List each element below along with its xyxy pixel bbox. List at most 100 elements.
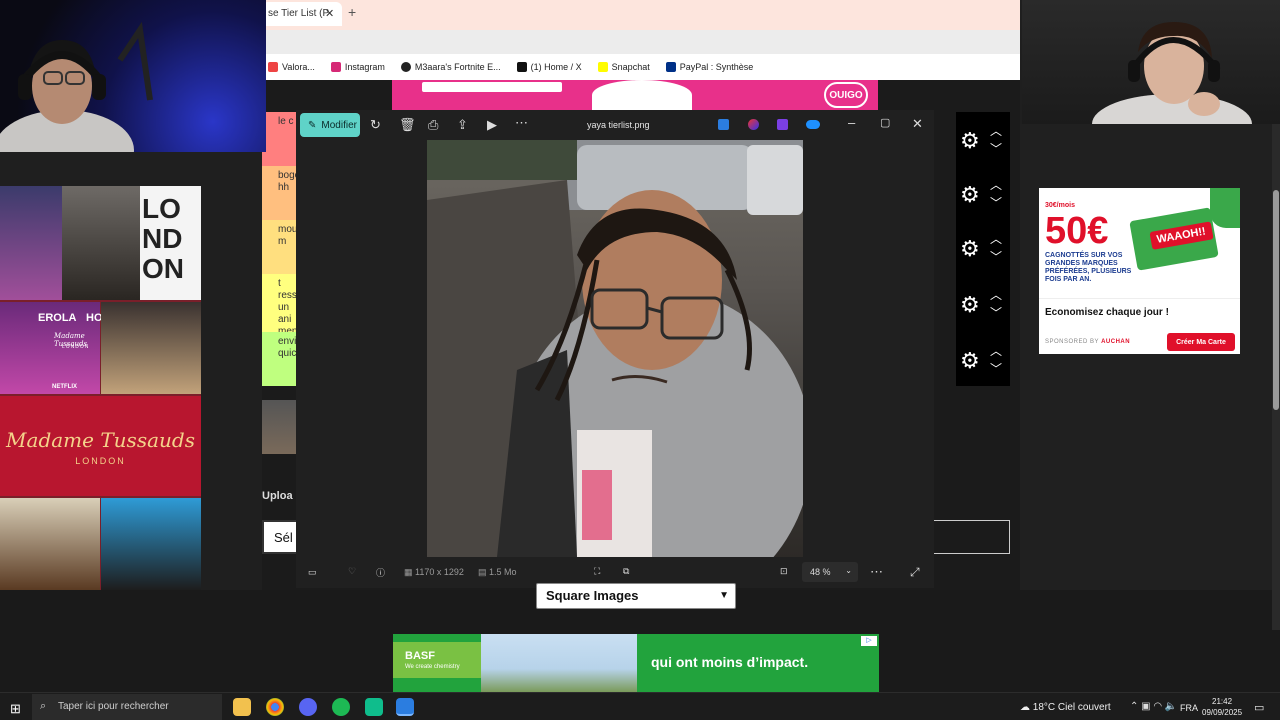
ad-card-image: WAAOH!! — [1129, 207, 1219, 271]
ad-photo-6 — [101, 498, 201, 590]
edit-button[interactable]: ✎ Modifier — [300, 113, 360, 137]
bookmark-x[interactable]: (1) Home / X — [516, 62, 582, 72]
ad-description: CAGNOTTÉS SUR VOS GRANDES MARQUES PRÉFÉR… — [1045, 252, 1132, 283]
chrome-icon[interactable] — [266, 698, 284, 716]
address-bar[interactable] — [262, 30, 1020, 54]
info-icon[interactable]: ⓘ — [376, 566, 385, 579]
windows-start-icon[interactable]: ⊞ — [10, 701, 21, 717]
chevron-down-icon[interactable]: ﹀ — [990, 360, 1002, 377]
ad-photo — [481, 634, 637, 692]
search-icon: ⌕ — [40, 700, 47, 712]
photos-app-icon[interactable] — [718, 119, 729, 130]
chevron-up-icon[interactable]: ︿ — [990, 342, 1002, 359]
ouigo-logo: OUIGO — [824, 82, 868, 108]
more-options-icon[interactable]: ⋯ — [870, 564, 883, 580]
gear-icon[interactable]: ⚙ — [960, 348, 980, 374]
image-shape-select[interactable]: Square Images ▼ — [536, 583, 736, 609]
spotify-icon[interactable] — [332, 698, 350, 716]
weather-widget[interactable]: ☁ 18°C Ciel couvert — [1020, 702, 1111, 713]
system-tray[interactable]: ⌃ ▣ ◠ 🔈 — [1130, 701, 1177, 712]
x-icon — [516, 62, 527, 72]
close-icon[interactable]: ✕ — [912, 116, 923, 132]
more-icon[interactable]: ⋯ — [515, 115, 528, 131]
left-ad-madame-tussauds[interactable]: LO ND ON EROLA HO Madame Tussauds LONDON N… — [0, 186, 201, 590]
instagram-icon — [330, 62, 341, 72]
top-ad-banner[interactable]: OUIGO — [392, 80, 878, 110]
chevron-up-icon[interactable]: ⌃ — [1130, 701, 1138, 712]
fit-screen-icon[interactable]: ⊡ — [780, 566, 788, 577]
fullscreen-icon[interactable]: ⤢ — [910, 565, 920, 580]
paypal-icon — [665, 62, 676, 72]
right-ad-auchan[interactable]: 30€/mois 50€ CAGNOTTÉS SUR VOS GRANDES M… — [1039, 188, 1240, 354]
chevron-down-icon[interactable]: ﹀ — [990, 140, 1002, 157]
favorite-icon[interactable]: ♡ — [348, 566, 356, 577]
ad-photo-1 — [0, 186, 62, 300]
crop-icon[interactable]: ⛶ — [594, 566, 600, 577]
ad-cta-button[interactable]: Créer Ma Carte — [1167, 333, 1235, 351]
rotate-icon[interactable]: ↻ — [370, 117, 381, 133]
filmstrip-icon[interactable]: ▭ — [308, 567, 317, 578]
taskbar-search[interactable]: Taper ici pour rechercher — [32, 694, 222, 720]
webcam-left-illustration — [0, 21, 153, 152]
app-icon[interactable] — [365, 698, 383, 716]
designer-icon[interactable] — [777, 119, 788, 130]
file-select-button[interactable]: Sél — [262, 520, 298, 554]
chevron-up-icon[interactable]: ︿ — [990, 230, 1002, 247]
tier-controls-panel: ⚙ ︿ ﹀ ⚙ ︿ ﹀ ⚙ ︿ ﹀ ⚙ ︿ ﹀ ⚙ ︿ ﹀ — [956, 112, 1010, 386]
notifications-icon[interactable]: ▭ — [1254, 701, 1264, 714]
print-icon[interactable]: ⎙ — [428, 117, 438, 133]
tier-control-5: ⚙ ︿ ﹀ — [956, 332, 1010, 388]
minimize-icon[interactable]: – — [848, 115, 855, 130]
delete-icon[interactable]: 🗑 — [399, 117, 416, 133]
bookmark-instagram[interactable]: Instagram — [330, 62, 385, 72]
maximize-icon[interactable]: ▢ — [880, 116, 890, 129]
gear-icon[interactable]: ⚙ — [960, 128, 980, 154]
tussauds-banner[interactable]: Madame Tussauds LONDON — [0, 396, 201, 496]
webcam-right-illustration — [1092, 22, 1252, 124]
gear-icon[interactable]: ⚙ — [960, 182, 980, 208]
chevron-down-icon[interactable]: ﹀ — [990, 194, 1002, 211]
network-icon[interactable]: ▣ — [1141, 701, 1150, 712]
bottom-ad-basf[interactable]: BASF We create chemistry qui ont moins d’… — [393, 634, 879, 692]
new-tab-button[interactable]: + — [348, 4, 356, 20]
chevron-down-icon: ⌄ — [845, 566, 852, 575]
scrollbar-thumb[interactable] — [1273, 190, 1279, 410]
volume-icon[interactable]: 🔈 — [1165, 701, 1177, 712]
bookmark-paypal[interactable]: PayPal : Synthèse — [665, 62, 753, 72]
bookmark-snapchat[interactable]: Snapchat — [597, 62, 650, 72]
zoom-dropdown[interactable]: 48 % ⌄ — [802, 562, 858, 582]
ocr-icon[interactable]: ⧉ — [623, 566, 629, 577]
chevron-up-icon[interactable]: ︿ — [990, 176, 1002, 193]
file-size: ▤ 1.5 Mo — [478, 567, 517, 577]
ad-choices-icon[interactable]: ▷ — [861, 636, 877, 646]
tussauds-brand: Madame Tussauds — [6, 428, 195, 452]
displayed-photo[interactable] — [427, 140, 803, 557]
slideshow-icon[interactable]: ▶ — [487, 117, 497, 133]
gear-icon[interactable]: ⚙ — [960, 236, 980, 262]
tier-item-thumbnail[interactable] — [262, 400, 298, 454]
upload-input-right[interactable] — [934, 520, 1010, 554]
clipchamp-icon[interactable] — [748, 119, 759, 130]
discord-icon[interactable] — [299, 698, 317, 716]
onedrive-icon[interactable] — [806, 120, 820, 129]
chevron-up-icon[interactable]: ︿ — [990, 286, 1002, 303]
tier-control-1: ⚙ ︿ ﹀ — [956, 112, 1010, 168]
tier-control-3: ⚙ ︿ ﹀ — [956, 220, 1010, 276]
tab-close-icon[interactable]: ✕ — [325, 7, 334, 20]
chevron-up-icon[interactable]: ︿ — [990, 122, 1002, 139]
ad-photo-3: EROLA HO Madame Tussauds LONDON NETFLIX — [0, 302, 103, 394]
file-explorer-icon[interactable] — [233, 698, 251, 716]
chevron-down-icon[interactable]: ﹀ — [990, 248, 1002, 265]
share-icon[interactable]: ⇪ — [457, 117, 468, 133]
viewer-title: yaya tierlist.png — [587, 120, 650, 130]
photos-taskbar-icon[interactable] — [396, 698, 414, 716]
chevron-down-icon[interactable]: ﹀ — [990, 304, 1002, 321]
wifi-icon[interactable]: ◠ — [1153, 701, 1162, 712]
basf-logo: BASF We create chemistry — [393, 642, 481, 678]
gear-icon[interactable]: ⚙ — [960, 292, 980, 318]
tussauds-city: LONDON — [75, 456, 126, 466]
bookmark-valorant[interactable]: Valora... — [268, 62, 315, 72]
taskbar-clock[interactable]: 21:42 09/09/2025 — [1202, 696, 1242, 718]
language-indicator[interactable]: FRA — [1180, 703, 1198, 713]
bookmark-fortnite[interactable]: M3aara's Fortnite E... — [400, 62, 501, 72]
